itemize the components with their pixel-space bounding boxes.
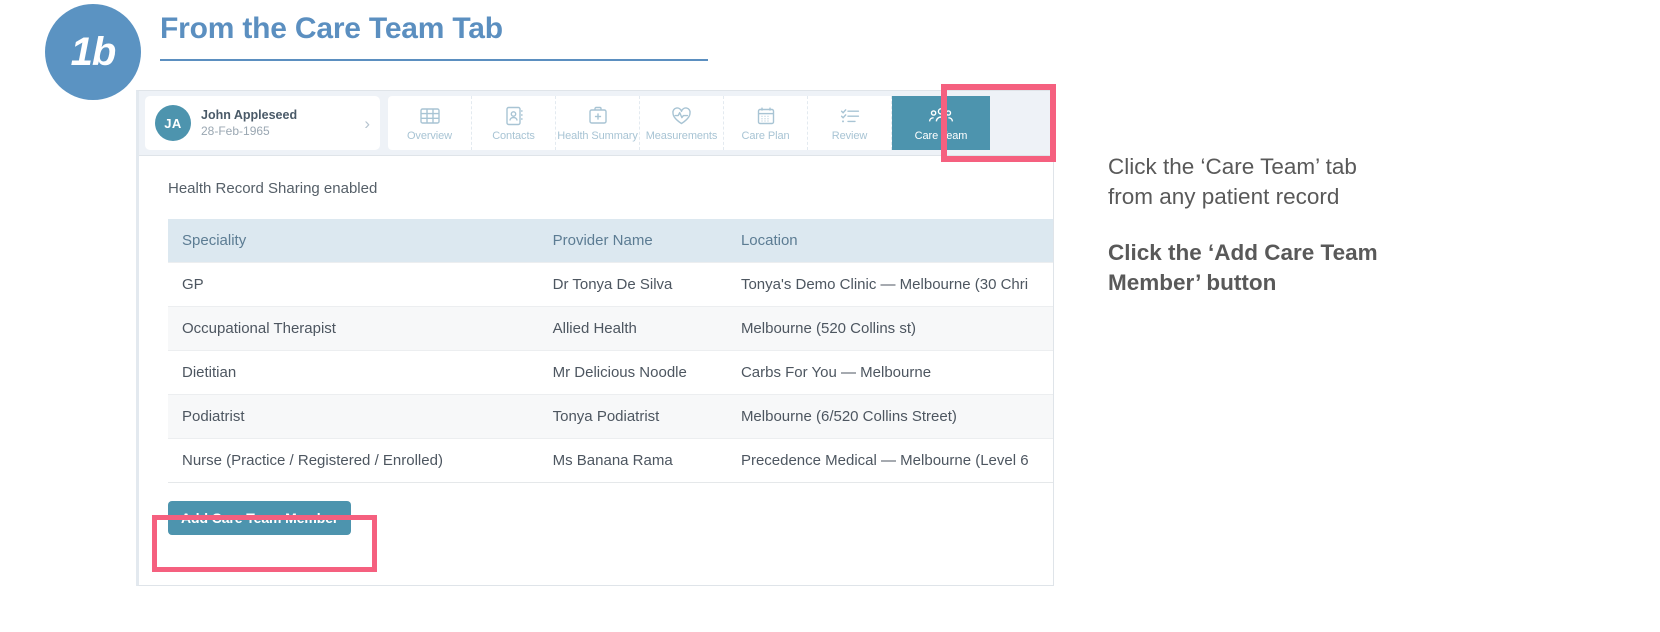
cell-location: Melbourne (6/520 Collins Street): [726, 394, 1053, 439]
cell-location: Precedence Medical — Melbourne (Level 6: [726, 438, 1053, 482]
care-team-panel: Health Record Sharing enabled Speciality…: [139, 156, 1053, 535]
cell-location: Tonya's Demo Clinic — Melbourne (30 Chri: [726, 262, 1053, 307]
column-header-speciality[interactable]: Speciality: [168, 219, 539, 263]
care-team-table: Speciality Provider Name Location GP Dr …: [168, 219, 1053, 482]
cell-speciality: GP: [168, 262, 539, 307]
instruction-line: Member’ button: [1108, 269, 1277, 295]
instructions-panel: Click the ‘Care Team’ tab from any patie…: [1108, 152, 1508, 324]
app-window: JA John Appleseed 28-Feb-1965 › Overview…: [136, 90, 1054, 586]
tab-health-summary[interactable]: Health Summary: [556, 96, 640, 150]
cell-speciality: Podiatrist: [168, 394, 539, 439]
instruction-line: Click the ‘Add Care Team: [1108, 239, 1378, 265]
tab-label: Care Plan: [741, 130, 790, 142]
instruction-line: Click the ‘Care Team’ tab: [1108, 154, 1357, 179]
step-badge-label: 1b: [70, 30, 117, 74]
tab-contacts[interactable]: Contacts: [472, 96, 556, 150]
calendar-icon: [755, 104, 777, 128]
cell-speciality: Occupational Therapist: [168, 306, 539, 351]
sharing-status-text: Health Record Sharing enabled: [168, 180, 378, 197]
tab-label: Contacts: [492, 130, 535, 142]
patient-name: John Appleseed: [201, 107, 298, 122]
app-header: JA John Appleseed 28-Feb-1965 › Overview…: [139, 91, 1053, 156]
tab-label: Health Summary: [557, 130, 638, 142]
instruction-line: from any patient record: [1108, 183, 1340, 209]
cell-speciality: Nurse (Practice / Registered / Enrolled): [168, 438, 539, 482]
tab-review[interactable]: Review: [808, 96, 892, 150]
highlight-box-add-member-button: [152, 515, 377, 572]
step-badge: 1b: [45, 4, 141, 100]
table-row[interactable]: Podiatrist Tonya Podiatrist Melbourne (6…: [168, 394, 1053, 439]
table-row[interactable]: Nurse (Practice / Registered / Enrolled)…: [168, 438, 1053, 482]
instruction-step-2: Click the ‘Add Care Team Member’ button: [1108, 238, 1508, 298]
instruction-step-1: Click the ‘Care Team’ tab from any patie…: [1108, 152, 1508, 212]
heart-pulse-icon: [670, 104, 693, 128]
cell-provider-name: Tonya Podiatrist: [538, 394, 727, 439]
tab-label: Review: [831, 130, 868, 142]
contact-card-icon: [503, 104, 525, 128]
cell-provider-name: Dr Tonya De Silva: [538, 262, 727, 307]
highlight-box-care-team-tab: [941, 84, 1056, 162]
page-title: From the Care Team Tab: [160, 12, 503, 45]
column-header-location[interactable]: Location: [727, 219, 1053, 263]
title-underline: [160, 59, 708, 61]
cell-speciality: Dietitian: [168, 350, 539, 395]
table-row[interactable]: Occupational Therapist Allied Health Mel…: [168, 306, 1053, 351]
tab-care-plan[interactable]: Care Plan: [724, 96, 808, 150]
table-row[interactable]: Dietitian Mr Delicious Noodle Carbs For …: [168, 350, 1053, 395]
table-header-row: Speciality Provider Name Location: [168, 219, 1053, 263]
avatar: JA: [155, 105, 191, 141]
tab-label: Measurements: [645, 130, 718, 142]
tab-label: Overview: [406, 130, 453, 142]
cell-location: Melbourne (520 Collins st): [726, 306, 1053, 351]
patient-info: John Appleseed 28-Feb-1965: [201, 107, 358, 139]
tab-overview[interactable]: Overview: [388, 96, 472, 150]
cell-location: Carbs For You — Melbourne: [726, 350, 1053, 395]
column-header-provider-name[interactable]: Provider Name: [539, 219, 727, 263]
medical-kit-icon: [587, 104, 609, 128]
grid-icon: [419, 104, 441, 128]
cell-provider-name: Ms Banana Rama: [538, 438, 727, 482]
cell-provider-name: Mr Delicious Noodle: [538, 350, 727, 395]
chevron-right-icon[interactable]: ›: [358, 115, 370, 132]
checklist-icon: [839, 104, 861, 128]
tab-measurements[interactable]: Measurements: [640, 96, 724, 150]
table-row[interactable]: GP Dr Tonya De Silva Tonya's Demo Clinic…: [168, 262, 1053, 307]
patient-chip[interactable]: JA John Appleseed 28-Feb-1965 ›: [145, 96, 380, 150]
patient-dob: 28-Feb-1965: [201, 124, 270, 139]
cell-provider-name: Allied Health: [538, 306, 727, 351]
